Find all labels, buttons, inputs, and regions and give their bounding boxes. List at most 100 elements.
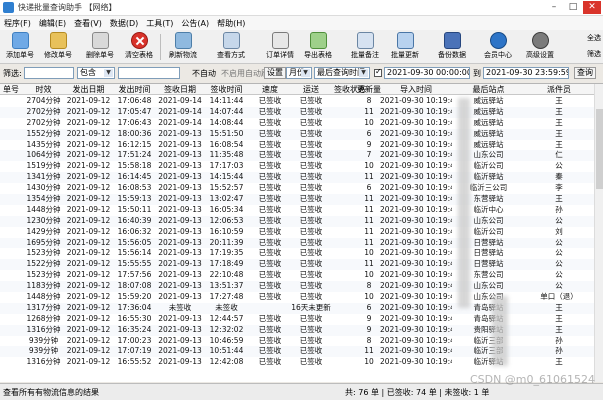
- menu-help[interactable]: 帮助(H): [213, 18, 249, 29]
- end-datetime-input[interactable]: 2021-09-30 23:59:59: [483, 67, 569, 79]
- filter-match-dropdown[interactable]: 包含 ▼: [77, 67, 115, 79]
- menu-tools[interactable]: 工具(T): [142, 18, 177, 29]
- table-row[interactable]: 2704分钟 2021-09-12 17:06:48 2021-09-14 14:11:…: [0, 96, 603, 107]
- menu-edit[interactable]: 编辑(E): [35, 18, 70, 29]
- table-row[interactable]: 1695分钟 2021-09-12 15:56:05 2021-09-13 20:11:…: [0, 237, 603, 249]
- vertical-scrollbar[interactable]: [594, 84, 603, 382]
- edit-icon: [49, 32, 67, 49]
- table-row[interactable]: 1317分钟 2021-09-12 17:36:04 未签收 未签收 16天未更新 6 202…: [0, 302, 603, 314]
- menu-announcement[interactable]: 公告(A): [177, 18, 213, 29]
- table-body: 2704分钟 2021-09-12 17:06:48 2021-09-14 14:11:…: [0, 96, 603, 368]
- table-row[interactable]: 2702分钟 2021-09-12 17:05:47 2021-09-14 14:07:…: [0, 106, 603, 118]
- table-row[interactable]: 1429分钟 2021-09-12 16:06:32 2021-09-13 16:10:…: [0, 227, 603, 238]
- table-row[interactable]: 1316分钟 2021-09-12 16:35:24 2021-09-13 12:32:…: [0, 324, 603, 336]
- table-row[interactable]: 2702分钟 2021-09-12 17:06:43 2021-09-14 14:08:…: [0, 118, 603, 129]
- period-dropdown[interactable]: 月份 ▼: [286, 67, 312, 79]
- table-row[interactable]: 1230分钟 2021-09-12 16:40:39 2021-09-13 12:06:…: [0, 215, 603, 227]
- maximize-icon[interactable]: □: [564, 1, 582, 14]
- table-cell-col-sign-date: 2021-09-13: [158, 194, 202, 204]
- table-row[interactable]: 1552分钟 2021-09-12 18:00:36 2021-09-13 15:51:…: [0, 128, 603, 140]
- advanced-settings-button[interactable]: 高级设置: [522, 32, 558, 62]
- table-cell-col-sign-date: 2021-09-13: [158, 335, 202, 345]
- menu-view[interactable]: 查看(V): [70, 18, 106, 29]
- table-cell-col-duration: 1523分钟: [26, 270, 61, 280]
- query-button[interactable]: 查询: [574, 67, 596, 79]
- column-header-col-sign-time[interactable]: 签收时间: [203, 84, 250, 95]
- start-datetime-input[interactable]: 2021-09-30 00:00:00: [384, 67, 470, 79]
- table-cell-col-import-time: 2021-09-30 10:19:44: [380, 357, 452, 367]
- table-row[interactable]: 1448分钟 2021-09-12 15:50:11 2021-09-13 16:05:…: [0, 205, 603, 216]
- time-type-dropdown[interactable]: 最后查询时间 ▼: [314, 67, 370, 79]
- title-bar: 快递批量查询助手 【网络】 – □ ✕: [0, 0, 603, 16]
- scrollbar-thumb[interactable]: [596, 109, 603, 189]
- table-cell-col-send-date: 2021-09-12: [66, 357, 111, 367]
- toolbar-separator: [160, 34, 161, 60]
- table-cell-col-speed: 已签收: [258, 237, 282, 247]
- select-all-link[interactable]: 全选: [587, 33, 601, 43]
- table-row[interactable]: 1519分钟 2021-09-12 15:58:18 2021-09-13 17:17:…: [0, 161, 603, 172]
- column-header-col-courier[interactable]: 派件员: [525, 84, 593, 95]
- filter-value-input[interactable]: [118, 67, 180, 79]
- table-row[interactable]: 1341分钟 2021-09-12 16:14:45 2021-09-13 14:15:…: [0, 172, 603, 184]
- batch-note-button[interactable]: 批量备注: [347, 32, 383, 62]
- table-row[interactable]: 1522分钟 2021-09-12 15:55:55 2021-09-13 17:18:…: [0, 259, 603, 271]
- column-header-col-duration[interactable]: 时效: [22, 84, 65, 95]
- settings-button[interactable]: 设置: [264, 67, 286, 79]
- table-row[interactable]: 1448分钟 2021-09-12 15:59:20 2021-09-13 17:27:…: [0, 292, 603, 303]
- table-row[interactable]: 939分钟 2021-09-12 17:00:23 2021-09-13 10:46:5…: [0, 336, 603, 347]
- backup-data-button[interactable]: 备份数据: [434, 32, 470, 62]
- column-header-col-transit[interactable]: 运送: [290, 84, 332, 95]
- member-center-button[interactable]: 会员中心: [480, 32, 516, 62]
- table-cell-col-sign-time: 12:06:53: [209, 215, 244, 225]
- date-range-checkbox[interactable]: [374, 67, 382, 77]
- menu-program[interactable]: 程序(F): [0, 18, 35, 29]
- batch-update-button[interactable]: 批量更新: [387, 32, 423, 62]
- column-header-col-send-date[interactable]: 发出日期: [65, 84, 112, 95]
- table-row[interactable]: 1523分钟 2021-09-12 17:57:56 2021-09-13 22:10:…: [0, 270, 603, 281]
- add-button[interactable]: 添加单号: [2, 32, 38, 62]
- table-cell-col-sign-date: 2021-09-13: [158, 204, 202, 214]
- table-cell-col-courier: 孙: [555, 346, 563, 356]
- table-cell-col-courier: 公: [555, 248, 563, 258]
- order-details-button[interactable]: 订单详情: [262, 32, 298, 62]
- filter-link[interactable]: 筛选: [587, 49, 601, 59]
- table-cell-col-speed: 已签收: [258, 128, 282, 138]
- table-row[interactable]: 1435分钟 2021-09-12 16:12:15 2021-09-13 16:08:…: [0, 140, 603, 151]
- table-row[interactable]: 1523分钟 2021-09-12 15:56:14 2021-09-13 17:19:…: [0, 248, 603, 259]
- view-mode-button[interactable]: 查看方式: [213, 32, 249, 62]
- table-cell-col-id: [0, 281, 22, 292]
- refresh-button[interactable]: 刷新物流: [165, 32, 201, 62]
- filter-keyword-input[interactable]: [24, 67, 74, 79]
- table-cell-col-transit: 已签收: [299, 96, 323, 105]
- column-header-col-sign-date[interactable]: 签收日期: [157, 84, 203, 95]
- table-row[interactable]: 1354分钟 2021-09-12 15:59:13 2021-09-13 13:02:…: [0, 194, 603, 205]
- table-cell-col-transit: 已签收: [299, 128, 323, 138]
- table-cell-col-send-date: 2021-09-12: [66, 248, 111, 258]
- export-table-button[interactable]: 导出表格: [300, 32, 336, 62]
- close-icon[interactable]: ✕: [583, 1, 601, 14]
- table-row[interactable]: 1268分钟 2021-09-12 16:55:30 2021-09-13 12:44:…: [0, 314, 603, 325]
- delete-button[interactable]: 删除单号: [82, 32, 118, 62]
- table-row[interactable]: 1064分钟 2021-09-12 17:51:24 2021-09-13 11:35:…: [0, 150, 603, 162]
- table-row[interactable]: 939分钟 2021-09-12 17:07:19 2021-09-13 10:51:4…: [0, 346, 603, 358]
- table-cell-col-sign-time: 10:46:59: [209, 335, 244, 345]
- table-cell-col-sign-time: 12:44:57: [209, 313, 244, 323]
- minimize-icon[interactable]: –: [545, 1, 563, 14]
- clear-table-button[interactable]: 清空表格: [121, 32, 157, 62]
- column-header-col-send-time[interactable]: 发出时间: [112, 84, 157, 95]
- table-cell-col-speed: 已签收: [258, 172, 282, 182]
- table-row[interactable]: 1183分钟 2021-09-12 18:07:08 2021-09-13 13:51:…: [0, 281, 603, 293]
- edit-button[interactable]: 修改单号: [40, 32, 76, 62]
- table-row[interactable]: 1316分钟 2021-09-12 16:55:52 2021-09-13 12:42:…: [0, 357, 603, 368]
- column-header-col-last-site[interactable]: 最后站点: [452, 84, 525, 95]
- column-header-col-speed[interactable]: 速度: [250, 84, 290, 95]
- table-cell-col-send-time: 17:51:24: [117, 150, 152, 160]
- table-row[interactable]: 1430分钟 2021-09-12 16:08:53 2021-09-13 15:52:…: [0, 183, 603, 194]
- table-cell-col-send-date: 2021-09-12: [66, 335, 111, 345]
- column-header-col-id[interactable]: 单号: [0, 84, 22, 95]
- column-header-col-updates[interactable]: 更新量: [355, 84, 383, 95]
- chevron-down-icon: ▼: [359, 69, 368, 77]
- column-header-col-import-time[interactable]: 导入时间: [380, 84, 452, 95]
- menu-data[interactable]: 数据(D): [106, 18, 142, 29]
- table-cell-col-import-time: 2021-09-30 10:19:44: [380, 281, 452, 291]
